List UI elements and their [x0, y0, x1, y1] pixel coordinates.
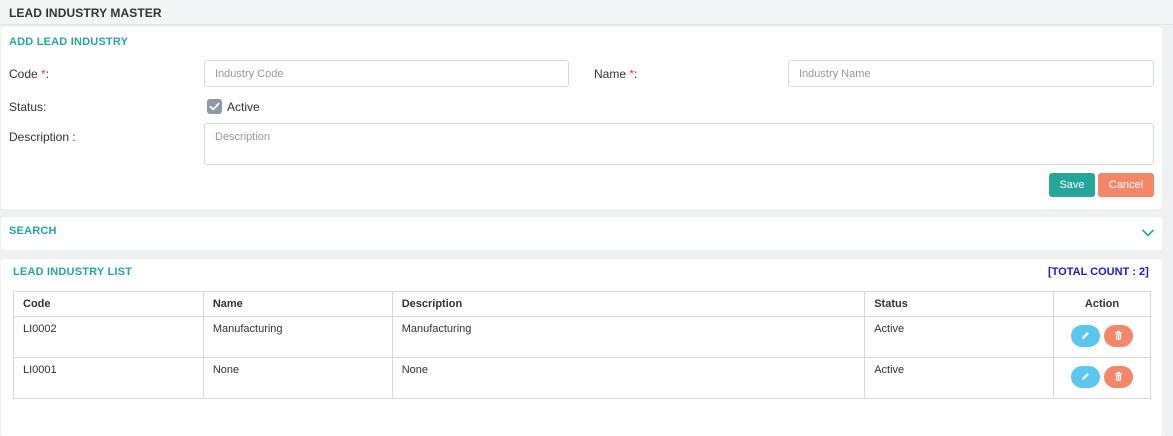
edit-button[interactable]: [1071, 366, 1101, 388]
list-section-title: LEAD INDUSTRY LIST: [13, 266, 133, 278]
table-row: LI0001 None None Active: [13, 357, 1151, 399]
description-placeholder: Description: [215, 131, 271, 143]
trash-icon: [1115, 330, 1123, 340]
cell-name: None: [202, 357, 393, 399]
cell-code: LI0002: [13, 316, 204, 358]
delete-button[interactable]: [1104, 366, 1134, 388]
search-panel-header[interactable]: SEARCH: [1, 217, 1162, 250]
cell-status: Active: [864, 357, 1055, 399]
industry-table: Code Name Description Status Action LI00…: [13, 291, 1151, 399]
column-header-description: Description: [391, 291, 866, 317]
table-header-row: Code Name Description Status Action: [13, 291, 1151, 317]
add-industry-card: ADD LEAD INDUSTRY Code *: Industry Code …: [1, 27, 1162, 209]
industry-name-placeholder: Industry Name: [799, 68, 871, 80]
industry-list-card: LEAD INDUSTRY LIST [TOTAL COUNT : 2] Cod…: [1, 259, 1162, 436]
name-label-colon: :: [634, 67, 638, 81]
description-label: Description :: [9, 130, 76, 144]
cancel-button[interactable]: Cancel: [1098, 173, 1154, 197]
save-button[interactable]: Save: [1049, 173, 1095, 197]
check-icon: [209, 102, 220, 111]
trash-icon: [1115, 371, 1123, 381]
code-label: Code *:: [9, 67, 49, 81]
cell-code: LI0001: [13, 357, 204, 399]
pencil-icon: [1082, 332, 1090, 339]
chevron-down-icon[interactable]: [1142, 229, 1154, 237]
column-header-action: Action: [1053, 291, 1151, 317]
cell-description: Manufacturing: [391, 316, 866, 358]
column-header-name: Name: [202, 291, 393, 317]
code-label-text: Code: [9, 67, 38, 81]
code-label-colon: :: [45, 67, 50, 81]
name-label: Name *:: [594, 67, 637, 81]
cell-action: [1053, 316, 1151, 358]
pencil-icon: [1082, 373, 1090, 380]
cell-status: Active: [864, 316, 1055, 358]
page-title: LEAD INDUSTRY MASTER: [9, 6, 162, 20]
active-label: Active: [227, 100, 260, 114]
name-label-text: Name: [594, 67, 627, 81]
add-section-title: ADD LEAD INDUSTRY: [9, 36, 129, 48]
delete-button[interactable]: [1104, 325, 1134, 347]
column-header-code: Code: [13, 291, 204, 317]
total-count: [TOTAL COUNT : 2]: [1048, 266, 1149, 278]
table-row: LI0002 Manufacturing Manufacturing Activ…: [13, 316, 1151, 358]
status-label: Status:: [9, 100, 47, 114]
industry-name-input[interactable]: Industry Name: [788, 60, 1154, 87]
column-header-status: Status: [864, 291, 1055, 317]
active-checkbox[interactable]: [207, 99, 222, 114]
edit-button[interactable]: [1071, 325, 1101, 347]
description-input[interactable]: Description: [204, 123, 1154, 165]
cell-action: [1053, 357, 1151, 399]
cell-name: Manufacturing: [202, 316, 393, 358]
industry-code-placeholder: Industry Code: [215, 68, 284, 80]
search-section-title: SEARCH: [9, 225, 57, 237]
industry-code-input[interactable]: Industry Code: [204, 60, 569, 87]
cell-description: None: [391, 357, 866, 399]
page-header: LEAD INDUSTRY MASTER: [0, 0, 1173, 25]
